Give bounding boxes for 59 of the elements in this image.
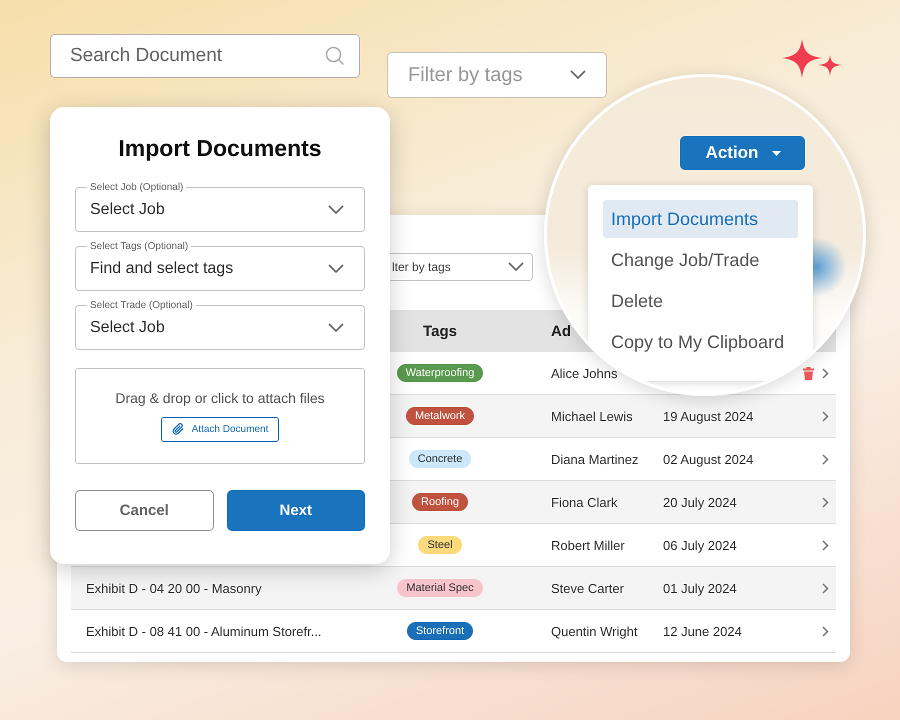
tag-badge: Metalwork bbox=[406, 407, 474, 425]
tag-badge: Roofing bbox=[412, 493, 468, 511]
date-text: 01 July 2024 bbox=[663, 580, 737, 596]
column-header: Ad bbox=[550, 322, 572, 340]
document-name: Exhibit D - 08 41 00 - Aluminum Storefr... bbox=[86, 624, 322, 638]
select-field[interactable]: Select Tags (Optional) Find and select tags bbox=[75, 241, 365, 291]
date-text: 20 July 2024 bbox=[663, 494, 737, 510]
chevron-right-icon[interactable] bbox=[822, 410, 829, 422]
added-by: Alice Johns bbox=[551, 366, 618, 380]
chevron-down-icon bbox=[508, 262, 524, 272]
caret-icon bbox=[772, 150, 782, 156]
chevron-down-icon bbox=[328, 323, 344, 333]
tag-filter[interactable]: lter by tags bbox=[390, 253, 533, 281]
field-label: Select Job (Optional) bbox=[89, 182, 184, 193]
date-text: 19 August 2024 bbox=[663, 408, 754, 424]
field-label: Select Trade (Optional) bbox=[89, 300, 194, 311]
date-text: 12 June 2024 bbox=[663, 624, 742, 638]
cancel-button[interactable]: Cancel bbox=[75, 490, 214, 531]
tag-badge: Storefront bbox=[406, 622, 474, 640]
paperclip-icon bbox=[172, 423, 185, 436]
chevron-down-icon bbox=[328, 205, 344, 215]
drop-zone[interactable]: Drag & drop or click to attach files Attach Document bbox=[75, 368, 365, 464]
tag-badge: Material Spec bbox=[397, 579, 483, 597]
chevron-right-icon[interactable] bbox=[822, 582, 829, 594]
added-by: Steve Carter bbox=[551, 580, 624, 596]
chevron-right-icon[interactable] bbox=[822, 496, 829, 508]
dialog-title: Import Documents bbox=[117, 135, 323, 162]
chevron-down-icon bbox=[570, 70, 586, 80]
chevron-right-icon[interactable] bbox=[822, 368, 829, 378]
chevron-down-icon bbox=[328, 264, 344, 274]
added-by: Fiona Clark bbox=[551, 494, 618, 510]
field-label: Select Tags (Optional) bbox=[89, 241, 190, 252]
column-header: Tags bbox=[423, 322, 457, 340]
menu-item[interactable]: Delete bbox=[603, 282, 798, 320]
date-text: 02 August 2024 bbox=[663, 452, 754, 466]
tag-badge: Concrete bbox=[408, 450, 472, 468]
tag-badge: Steel bbox=[418, 536, 462, 554]
chevron-right-icon[interactable] bbox=[822, 626, 829, 636]
added-by: Michael Lewis bbox=[551, 408, 633, 424]
chevron-right-icon[interactable] bbox=[822, 540, 829, 550]
search-icon bbox=[325, 46, 345, 66]
trash-icon[interactable] bbox=[803, 366, 814, 380]
action-button[interactable]: Action bbox=[680, 136, 805, 170]
added-by: Diana Martinez bbox=[551, 452, 638, 466]
document-name: Exhibit D - 04 20 00 - Masonry bbox=[86, 580, 262, 596]
date-text: 06 July 2024 bbox=[663, 538, 737, 552]
drop-zone-text: Drag & drop or click to attach files bbox=[115, 390, 325, 406]
added-by: Robert Miller bbox=[551, 538, 625, 552]
select-field[interactable]: Select Trade (Optional) Select Job bbox=[75, 300, 365, 350]
next-button[interactable]: Next bbox=[226, 490, 365, 531]
menu-item[interactable]: Copy to My Clipboard bbox=[603, 323, 798, 361]
menu-item[interactable]: Change Job/Trade bbox=[603, 241, 798, 279]
tag-badge: Waterproofing bbox=[396, 364, 484, 382]
added-by: Quentin Wright bbox=[551, 624, 638, 638]
attach-button[interactable]: Attach Document bbox=[160, 417, 280, 442]
search-field[interactable]: Search Document bbox=[50, 34, 360, 78]
menu-item[interactable]: Import Documents bbox=[603, 200, 798, 238]
chevron-right-icon[interactable] bbox=[822, 454, 829, 464]
select-field[interactable]: Select Job (Optional) Select Job bbox=[75, 182, 365, 232]
